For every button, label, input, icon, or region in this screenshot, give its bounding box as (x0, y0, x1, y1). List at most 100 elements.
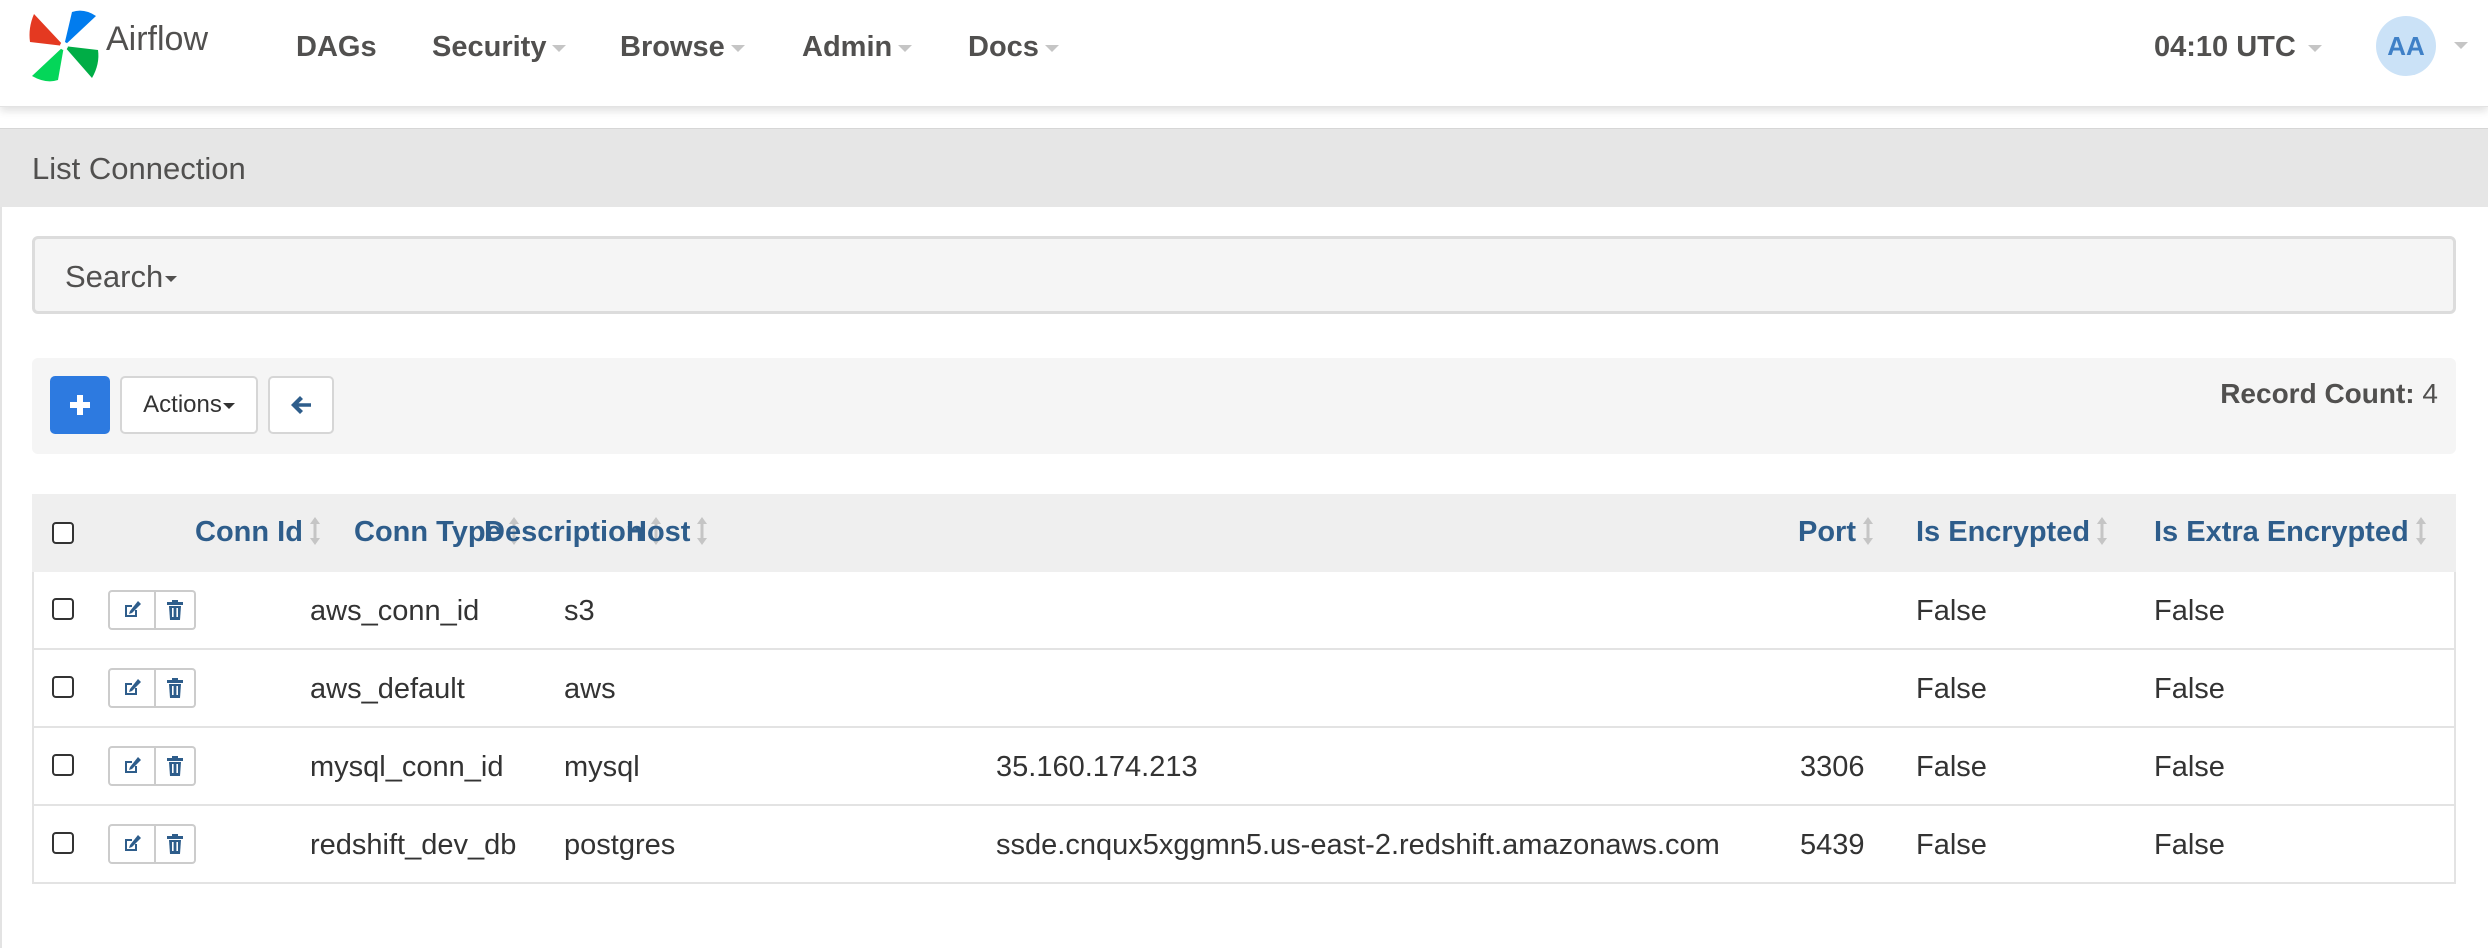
column-header-conn-id[interactable]: Conn Id (195, 516, 321, 549)
sort-icon (697, 517, 708, 546)
list-toolbar: Actions Record Count: 4 (32, 358, 2456, 454)
chevron-down-icon (2307, 44, 2322, 52)
nav-docs[interactable]: Docs (968, 22, 1059, 72)
cell-is-extra-encrypted: False (2154, 751, 2225, 783)
cell-conn-id: redshift_dev_db (310, 829, 517, 861)
nav-browse-label: Browse (620, 31, 725, 63)
cell-is-encrypted: False (1916, 595, 1987, 627)
search-label: Search (65, 259, 164, 294)
cell-port: 5439 (1800, 829, 1865, 861)
trash-icon (167, 834, 183, 854)
sort-icon (1863, 517, 1873, 546)
cell-is-extra-encrypted: False (2154, 595, 2225, 627)
plus-icon (70, 395, 90, 415)
row-action-buttons (108, 590, 196, 630)
arrow-left-icon (291, 396, 311, 414)
row-checkbox[interactable] (52, 598, 74, 620)
chevron-down-icon (552, 44, 567, 52)
table-row: redshift_dev_db postgres ssde.cnqux5xggm… (32, 806, 2456, 884)
search-toggle[interactable]: Search (65, 259, 178, 295)
chevron-down-icon (222, 402, 235, 409)
add-record-button[interactable] (50, 376, 110, 434)
clock-dropdown[interactable]: 04:10 UTC (2154, 22, 2322, 72)
chevron-down-icon (165, 275, 178, 282)
column-label: Conn Id (195, 516, 303, 548)
column-label: Host (626, 516, 691, 548)
edit-button[interactable] (108, 824, 156, 864)
trash-icon (167, 678, 183, 698)
cell-conn-id: aws_conn_id (310, 595, 480, 627)
table-row: aws_default aws False False (32, 650, 2456, 728)
user-initials: AA (2387, 31, 2425, 61)
delete-button[interactable] (156, 668, 196, 708)
edit-button[interactable] (108, 746, 156, 786)
column-label: Is Extra Encrypted (2154, 516, 2409, 548)
sort-icon (2097, 517, 2108, 546)
cell-conn-id: aws_default (310, 673, 465, 705)
cell-conn-type: aws (564, 673, 616, 705)
record-count: Record Count: 4 (2220, 378, 2438, 410)
nav-security[interactable]: Security (432, 22, 567, 72)
panel-heading: List Connection (0, 128, 2488, 207)
back-button[interactable] (268, 376, 334, 434)
edit-icon (125, 757, 141, 773)
chevron-down-icon[interactable] (2454, 42, 2468, 49)
cell-port: 3306 (1800, 751, 1865, 783)
brand-name: Airflow (106, 19, 209, 58)
cell-conn-type: mysql (564, 751, 640, 783)
airflow-logo[interactable]: Airflow (26, 6, 208, 86)
table-header: Conn Id Conn Type Description Host Port … (32, 494, 2456, 572)
nav-admin-label: Admin (802, 31, 893, 63)
row-action-buttons (108, 746, 196, 786)
nav-dags-label: DAGs (296, 31, 377, 63)
nav-docs-label: Docs (968, 31, 1039, 63)
nav-browse[interactable]: Browse (620, 22, 745, 72)
chevron-down-icon (730, 44, 745, 52)
column-header-is-extra-encrypted[interactable]: Is Extra Encrypted (2154, 516, 2427, 549)
cell-is-encrypted: False (1916, 829, 1987, 861)
trash-icon (167, 600, 183, 620)
cell-conn-type: postgres (564, 829, 676, 861)
row-checkbox[interactable] (52, 754, 74, 776)
cell-is-extra-encrypted: False (2154, 673, 2225, 705)
page-title: List Connection (32, 151, 246, 186)
cell-is-encrypted: False (1916, 673, 1987, 705)
column-label: Port (1798, 516, 1856, 548)
column-label: Description (484, 516, 644, 548)
edit-button[interactable] (108, 668, 156, 708)
edit-icon (125, 835, 141, 851)
delete-button[interactable] (156, 590, 196, 630)
chevron-down-icon (898, 44, 913, 52)
edit-icon (125, 679, 141, 695)
cell-is-extra-encrypted: False (2154, 829, 2225, 861)
chevron-down-icon (1044, 44, 1059, 52)
record-count-value: 4 (2422, 378, 2438, 409)
record-count-label: Record Count: (2220, 378, 2415, 409)
select-all-checkbox[interactable] (52, 522, 74, 544)
cell-host: ssde.cnqux5xggmn5.us-east-2.redshift.ama… (996, 829, 1720, 861)
row-checkbox[interactable] (52, 832, 74, 854)
cell-is-encrypted: False (1916, 751, 1987, 783)
row-action-buttons (108, 824, 196, 864)
delete-button[interactable] (156, 746, 196, 786)
column-label: Conn Type (354, 516, 502, 548)
column-header-port[interactable]: Port (1798, 516, 1874, 549)
nav-admin[interactable]: Admin (802, 22, 913, 72)
cell-conn-id: mysql_conn_id (310, 751, 504, 783)
table-row: aws_conn_id s3 False False (32, 572, 2456, 650)
cell-conn-type: s3 (564, 595, 595, 627)
sort-icon (2415, 517, 2426, 546)
table-row: mysql_conn_id mysql 35.160.174.213 3306 … (32, 728, 2456, 806)
edit-icon (125, 601, 141, 617)
search-panel: Search (32, 236, 2456, 314)
column-header-host[interactable]: Host (626, 516, 708, 549)
actions-dropdown-button[interactable]: Actions (120, 376, 258, 434)
cell-host: 35.160.174.213 (996, 751, 1198, 783)
nav-dags[interactable]: DAGs (296, 22, 377, 72)
row-checkbox[interactable] (52, 676, 74, 698)
delete-button[interactable] (156, 824, 196, 864)
edit-button[interactable] (108, 590, 156, 630)
user-avatar[interactable]: AA (2376, 16, 2436, 76)
column-header-is-encrypted[interactable]: Is Encrypted (1916, 516, 2108, 549)
trash-icon (167, 756, 183, 776)
